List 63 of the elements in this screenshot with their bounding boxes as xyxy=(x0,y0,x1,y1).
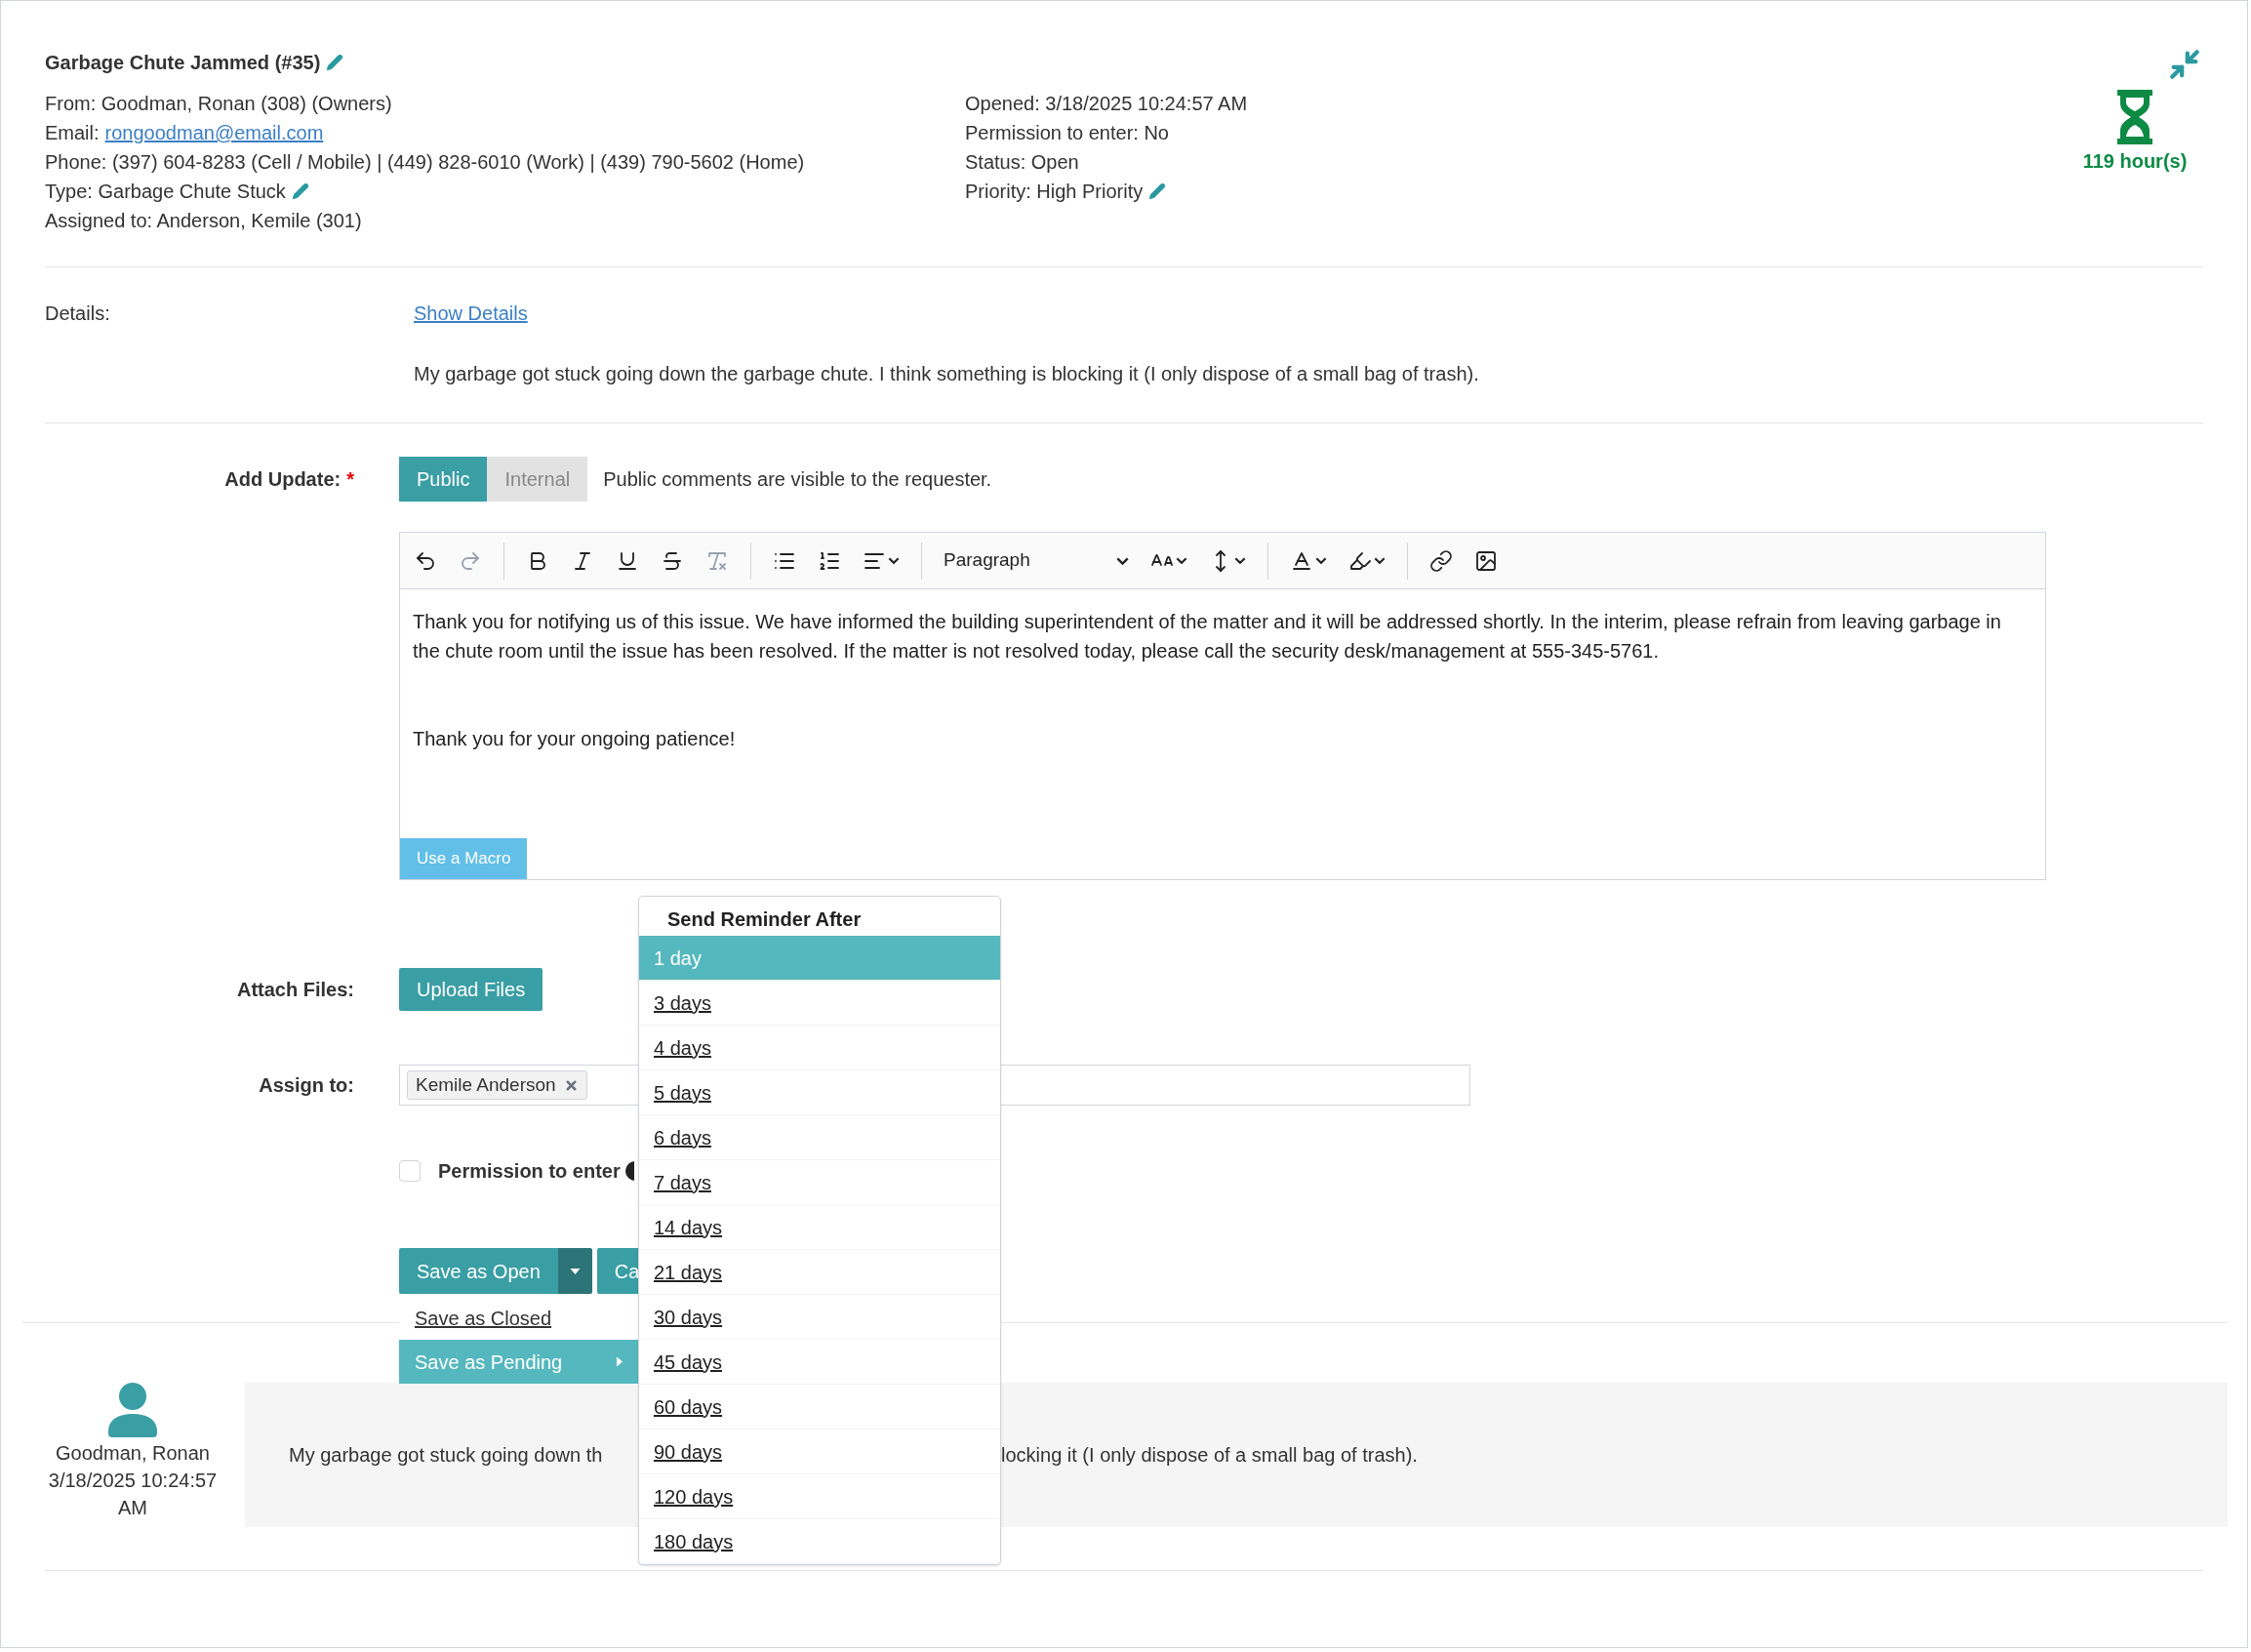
pencil-icon[interactable] xyxy=(291,182,309,200)
field-label: Attach Files: xyxy=(235,978,354,1002)
info-line: Opened: 3/18/2025 10:24:57 AM xyxy=(965,92,1248,116)
reminder-option[interactable]: 120 days xyxy=(639,1474,1000,1519)
pencil-icon[interactable] xyxy=(326,54,344,71)
email-link[interactable]: rongoodman@email.com xyxy=(104,118,324,147)
caret-icon xyxy=(1374,557,1386,564)
reminder-option[interactable]: 180 days xyxy=(639,1519,1000,1564)
menu-heading: Send Reminder After xyxy=(666,907,863,932)
field-label: Details: xyxy=(45,302,111,326)
caret-icon xyxy=(1116,556,1129,565)
reminder-option[interactable]: 3 days xyxy=(639,981,1000,1026)
caret-icon xyxy=(888,557,900,564)
text-editor[interactable] xyxy=(399,532,2046,880)
field-label: Add Update: xyxy=(224,467,342,492)
reminder-option[interactable]: 7 days xyxy=(639,1160,1000,1205)
link-icon[interactable] xyxy=(1429,548,1453,573)
info-icon xyxy=(624,1161,634,1181)
reminder-option[interactable]: 14 days xyxy=(639,1205,1000,1250)
comment-text: locking it (I only dispose of a small bag of trash). xyxy=(1001,1443,1418,1468)
reminder-option[interactable]: 5 days xyxy=(639,1070,1000,1115)
info-line: Status: Open xyxy=(965,150,1079,175)
save-menu-item[interactable]: Save as Closed xyxy=(399,1296,638,1340)
field-label: Email: xyxy=(45,121,100,145)
permission-label: Permission to enter xyxy=(438,1159,621,1184)
elapsed-time: 119 hour(s) xyxy=(2082,149,2188,174)
reminder-option[interactable]: 4 days xyxy=(639,1026,1000,1070)
info-line: Priority: High Priority xyxy=(965,180,1144,204)
format-select[interactable]: Paragraph xyxy=(944,546,1129,575)
reminder-option[interactable]: 21 days xyxy=(639,1250,1000,1295)
hourglass-icon xyxy=(2115,90,2154,144)
reminder-option[interactable]: 30 days xyxy=(639,1295,1000,1340)
assignee-chip[interactable]: Kemile Anderson xyxy=(407,1070,587,1100)
caret-icon xyxy=(1176,557,1187,564)
info-line: Type: Garbage Chute Stuck xyxy=(45,180,286,204)
editor-paragraph: Thank you for your ongoing patience! xyxy=(413,727,737,751)
reminder-option[interactable]: 6 days xyxy=(639,1115,1000,1160)
caret-icon xyxy=(1234,557,1246,564)
reminder-option[interactable]: 90 days xyxy=(639,1430,1000,1474)
show-details-link[interactable]: Show Details xyxy=(414,299,528,328)
comment-time: 3/18/2025 10:24:57 AM xyxy=(47,1469,219,1520)
details-text: My garbage got stuck going down the garbage chute. I think something is blocking it (I only dispose of a small bag of trash). xyxy=(414,362,1479,386)
info-line: Phone: (397) 604-8283 (Cell / Mobile) | (449) 828-6010 (Work) | (439) 790-5602 (Home) xyxy=(45,150,805,175)
pencil-icon[interactable] xyxy=(1148,182,1167,200)
info-line: Assigned to: Anderson, Kemile (301) xyxy=(45,209,362,233)
collapse-icon[interactable] xyxy=(2168,48,2201,81)
info-line: Permission to enter: No xyxy=(965,121,1169,145)
comment-author: Goodman, Ronan xyxy=(56,1441,210,1466)
reminder-option[interactable]: 45 days xyxy=(639,1340,1000,1385)
reminder-option[interactable]: 60 days xyxy=(639,1385,1000,1430)
permission-checkbox[interactable] xyxy=(399,1160,421,1182)
image-icon[interactable] xyxy=(1474,548,1498,573)
save-options-toggle[interactable] xyxy=(557,1248,592,1294)
user-avatar-icon xyxy=(108,1383,157,1437)
caret-icon xyxy=(569,1268,581,1274)
ticket-title: Garbage Chute Jammed (#35) xyxy=(45,51,321,75)
required-mark: * xyxy=(346,467,354,492)
caret-icon xyxy=(1315,557,1327,564)
field-label: Assign to: xyxy=(258,1073,354,1098)
visibility-hint: Public comments are visible to the requester. xyxy=(603,467,992,492)
comment-text: My garbage got stuck going down th xyxy=(289,1443,604,1468)
editor-paragraph: Thank you for notifying us of this issue. We have informed the building superintendent of the matter and it will be addressed shortly. In the interim, please refrain from leaving garbage in the chute room until the issue has been resolved. If the matter is not resolved today, please call the security desk/management at 555-345-5761. xyxy=(413,610,2002,664)
info-line: From: Goodman, Ronan (308) (Owners) xyxy=(45,92,392,116)
